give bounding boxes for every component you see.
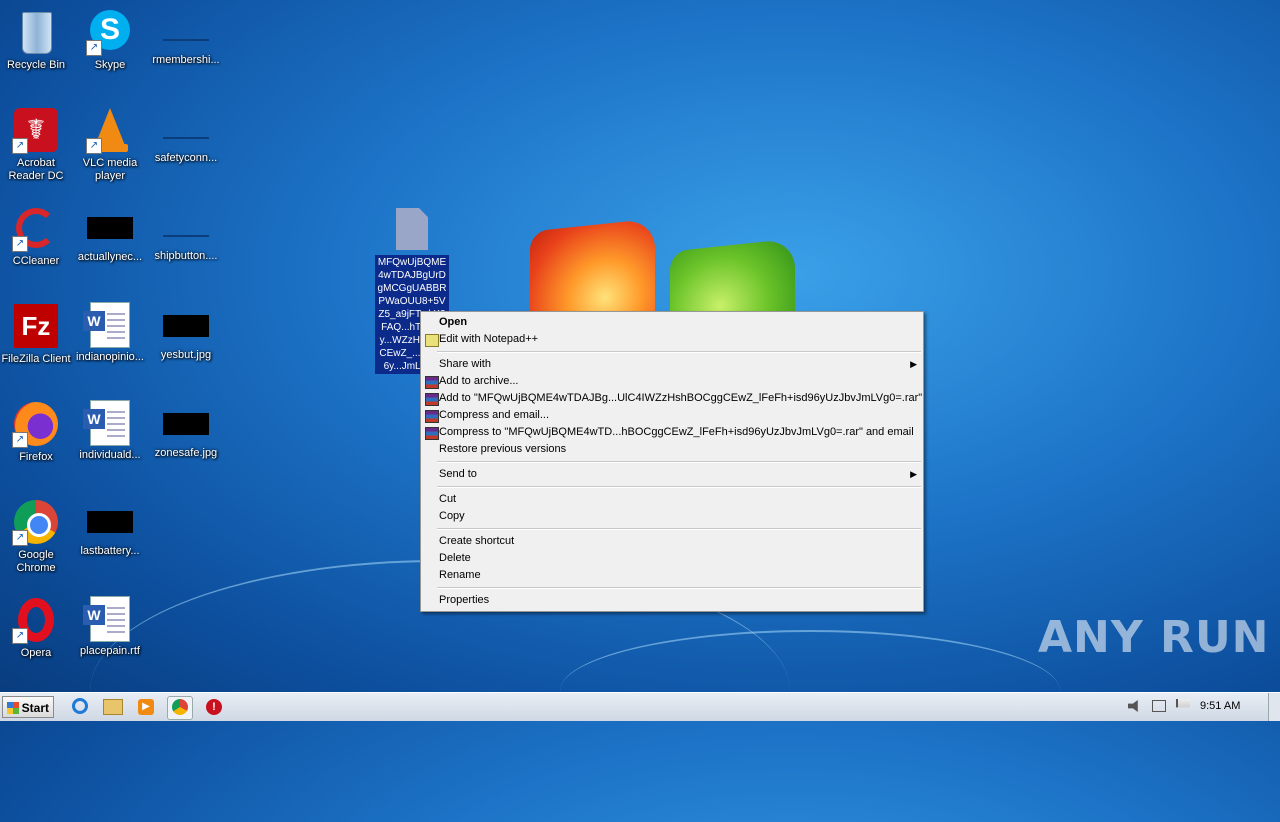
winrar-icon (425, 393, 439, 406)
menu-item-edit-notepadpp[interactable]: Edit with Notepad++ (421, 331, 923, 348)
context-menu: Open Edit with Notepad++ Share with ▶ Ad… (420, 311, 924, 612)
menu-item-restore-previous[interactable]: Restore previous versions (421, 441, 923, 458)
desktop-icon-actuallynec[interactable]: actuallynec... (72, 200, 148, 264)
action-center-flag-icon[interactable] (1176, 698, 1192, 714)
show-desktop-button[interactable] (1268, 693, 1280, 721)
menu-separator (437, 486, 921, 488)
anyrun-watermark: ANY RUN (1038, 612, 1270, 663)
image-thumbnail-icon (163, 315, 209, 337)
menu-separator (437, 587, 921, 589)
winrar-icon (425, 410, 439, 423)
submenu-arrow-icon: ▶ (910, 469, 917, 479)
filezilla-icon: Fz (12, 302, 60, 350)
generic-file-icon (396, 208, 428, 250)
desktop-icon-lastbattery[interactable]: lastbattery... (72, 494, 148, 558)
vlc-icon: ↗ (86, 106, 134, 154)
internet-explorer-icon[interactable] (68, 696, 92, 718)
menu-separator (437, 351, 921, 353)
chrome-icon: ↗ (12, 498, 60, 546)
desktop-icon-ccleaner[interactable]: ↗ CCleaner (0, 200, 74, 268)
menu-item-add-to-rar[interactable]: Add to "MFQwUjBQME4wTDAJBg...UlC4IWZzHsh… (421, 390, 923, 407)
desktop-icon-skype[interactable]: S ↗ Skype (72, 4, 148, 72)
menu-separator (437, 461, 921, 463)
menu-item-compress-to-rar-email[interactable]: Compress to "MFQwUjBQME4wTD...hBOCggCEwZ… (421, 424, 923, 441)
menu-item-properties[interactable]: Properties (421, 592, 923, 609)
menu-item-delete[interactable]: Delete (421, 550, 923, 567)
taskbar: Start ▶ ! 9:51 AM (0, 692, 1280, 721)
media-player-icon[interactable]: ▶ (134, 696, 158, 718)
menu-item-copy[interactable]: Copy (421, 508, 923, 525)
desktop-icon-vlc[interactable]: ↗ VLC media player (72, 102, 148, 183)
menu-item-cut[interactable]: Cut (421, 491, 923, 508)
notepadpp-icon (425, 334, 439, 347)
skype-icon: S ↗ (86, 8, 134, 56)
desktop-icon-shipbutton[interactable]: shipbutton.... (148, 200, 224, 263)
winrar-icon (425, 376, 439, 389)
word-document-icon: W (83, 400, 130, 446)
opera-taskbar-icon[interactable]: ! (202, 696, 226, 718)
desktop-icon-recycle-bin[interactable]: Recycle Bin (0, 4, 74, 72)
desktop-icon-rmembership[interactable]: rmembershi... (148, 4, 224, 67)
menu-item-compress-email[interactable]: Compress and email... (421, 407, 923, 424)
firefox-icon: ↗ (12, 400, 60, 448)
windows-logo-icon (7, 702, 19, 714)
word-document-icon: W (83, 302, 130, 348)
start-button[interactable]: Start (2, 696, 54, 718)
volume-icon[interactable] (1128, 698, 1144, 714)
file-thumbnail-icon (87, 217, 133, 239)
opera-icon: ↗ (12, 596, 60, 644)
recycle-bin-icon (12, 8, 60, 56)
menu-item-send-to[interactable]: Send to ▶ (421, 466, 923, 483)
file-thumbnail-icon (163, 21, 209, 41)
menu-item-create-shortcut[interactable]: Create shortcut (421, 533, 923, 550)
desktop-icon-individuald[interactable]: W individuald... (72, 396, 148, 462)
submenu-arrow-icon: ▶ (910, 359, 917, 369)
desktop-icon-safetyconn[interactable]: safetyconn... (148, 102, 224, 165)
desktop-icon-opera[interactable]: ↗ Opera (0, 592, 74, 660)
image-thumbnail-icon (163, 413, 209, 435)
desktop-icon-placepain[interactable]: W placepain.rtf (72, 592, 148, 658)
desktop-icon-firefox[interactable]: ↗ Firefox (0, 396, 74, 464)
file-thumbnail-icon (87, 511, 133, 533)
menu-item-rename[interactable]: Rename (421, 567, 923, 584)
chrome-taskbar-icon[interactable] (167, 696, 193, 720)
winrar-icon (425, 427, 439, 440)
desktop-icon-zonesafe[interactable]: zonesafe.jpg (148, 396, 224, 460)
desktop-icon-yesbut[interactable]: yesbut.jpg (148, 298, 224, 362)
clock[interactable]: 9:51 AM (1200, 700, 1240, 712)
menu-item-add-to-archive[interactable]: Add to archive... (421, 373, 923, 390)
menu-item-share-with[interactable]: Share with ▶ (421, 356, 923, 373)
acrobat-icon: ☤ ↗ (12, 106, 60, 154)
menu-item-open[interactable]: Open (421, 314, 923, 331)
desktop-icon-chrome[interactable]: ↗ Google Chrome (0, 494, 74, 575)
file-thumbnail-icon (163, 217, 209, 237)
ccleaner-icon: ↗ (12, 204, 60, 252)
desktop-icon-filezilla[interactable]: Fz FileZilla Client (0, 298, 74, 366)
network-icon[interactable] (1152, 698, 1168, 714)
menu-separator (437, 528, 921, 530)
file-thumbnail-icon (163, 119, 209, 139)
desktop-icon-indianopinio[interactable]: W indianopinio... (72, 298, 148, 364)
wallpaper-swoosh (560, 630, 1060, 752)
word-document-icon: W (83, 596, 130, 642)
desktop-icon-acrobat[interactable]: ☤ ↗ Acrobat Reader DC (0, 102, 74, 183)
desktop[interactable]: Recycle Bin ☤ ↗ Acrobat Reader DC ↗ CCle… (0, 0, 1280, 692)
file-explorer-icon[interactable] (101, 696, 125, 718)
